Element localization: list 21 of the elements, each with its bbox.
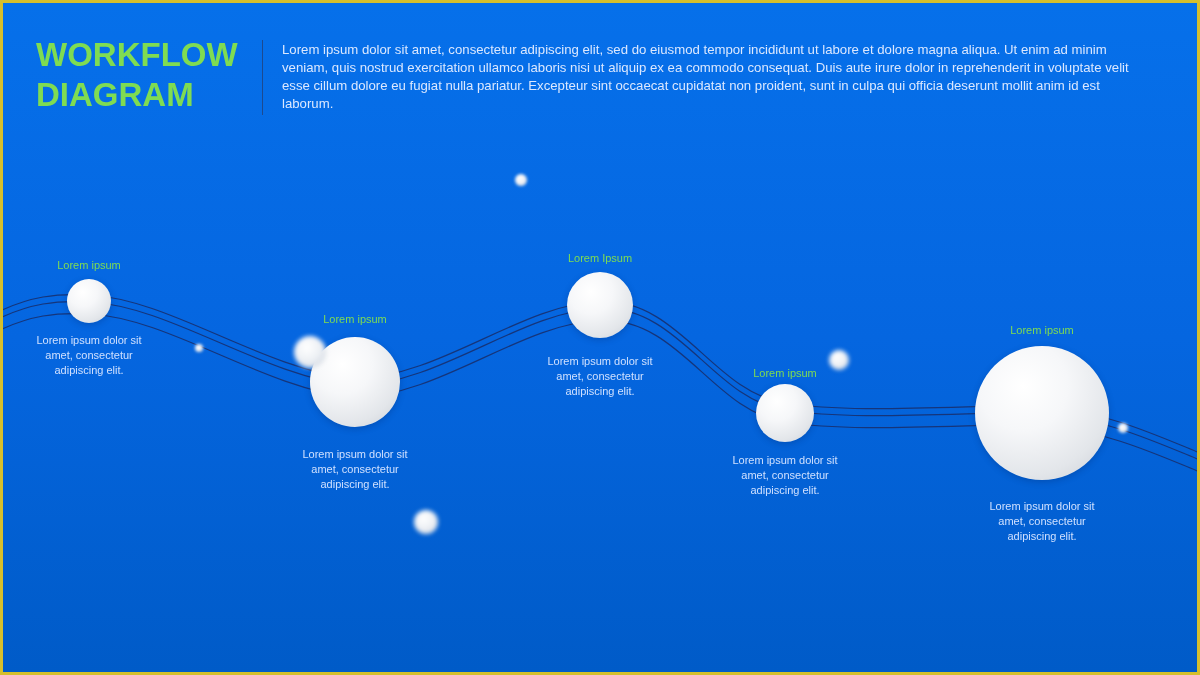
step-description: Lorem ipsum dolor sit amet, consectetur adipiscing elit. — [731, 453, 839, 498]
step-description: Lorem ipsum dolor sit amet, consectetur adipiscing elit. — [988, 499, 1096, 544]
step-label: Lorem ipsum — [753, 366, 817, 380]
blurred-orb — [829, 350, 849, 370]
step-description: Lorem ipsum dolor sit amet, consectetur adipiscing elit. — [35, 333, 143, 378]
blurred-orb — [1118, 423, 1128, 433]
step-label: Lorem Ipsum — [567, 251, 633, 265]
step-label: Lorem ipsum — [323, 312, 387, 326]
step-description: Lorem ipsum dolor sit amet, consectetur adipiscing elit. — [301, 447, 409, 492]
blurred-orb — [294, 336, 326, 368]
sphere-node — [567, 272, 633, 338]
step-label: Lorem ipsum — [57, 258, 121, 272]
sphere-node — [67, 279, 111, 323]
blurred-orb — [414, 510, 438, 534]
blurred-orb — [195, 344, 203, 352]
intro-paragraph: Lorem ipsum dolor sit amet, consectetur adipiscing elit, sed do eiusmod tempor incididunt ut labore et dolore magna aliqua. Ut enim ad minim veniam, quis nostrud exercitation ullamco laboris nisi ut aliquip ex ea commodo consequat. Duis aute irure dolor in reprehenderit in voluptate velit esse cillum dolore eu fugiat nulla pariatur. Excepteur sint occaecat cupidatat non proident, sunt in culpa qui officia deserunt mollit anim id est laborum. — [282, 41, 1130, 113]
sphere-node — [756, 384, 814, 442]
slide-title: WORKFLOW DIAGRAM — [36, 35, 239, 115]
blurred-orb — [515, 174, 527, 186]
step-label: Lorem ipsum — [1010, 323, 1074, 337]
step-description: Lorem ipsum dolor sit amet, consectetur adipiscing elit. — [546, 354, 654, 399]
